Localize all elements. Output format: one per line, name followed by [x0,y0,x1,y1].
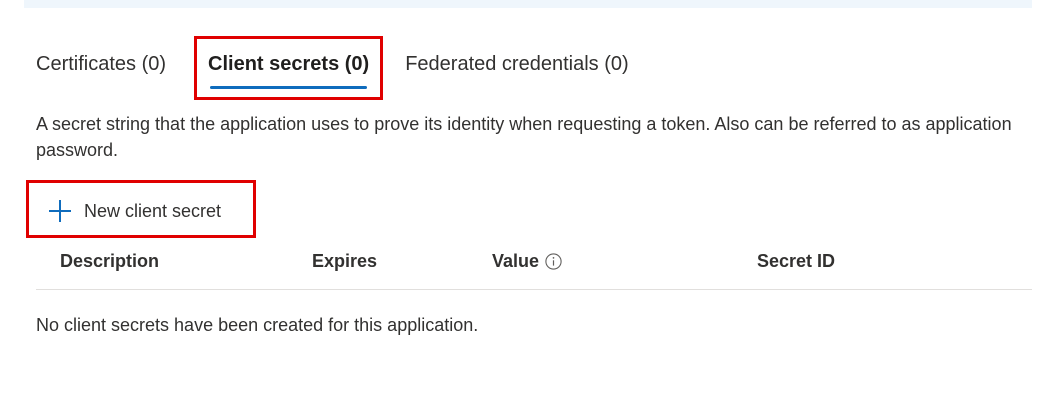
section-description: A secret string that the application use… [36,114,1012,160]
tab-certificates[interactable]: Certificates (0) [36,36,166,78]
active-tab-highlight [194,36,383,100]
new-client-secret-button[interactable]: New client secret [47,196,221,226]
column-secret-id[interactable]: Secret ID [757,251,835,272]
column-description-label: Description [60,251,160,271]
column-secret-id-label: Secret ID [757,251,836,271]
empty-table-message: No client secrets have been created for … [36,315,479,335]
plus-icon [49,200,71,222]
column-value-label: Value [492,251,540,271]
column-expires[interactable]: Expires [312,251,377,272]
new-client-secret-label: New client secret [84,200,222,221]
column-value[interactable]: Value [492,251,562,272]
info-icon[interactable] [545,253,562,270]
client-secrets-panel: Certificates (0) Client secrets (0) Fede… [0,0,1059,405]
column-description[interactable]: Description [60,251,159,272]
active-tab-underline [210,86,367,89]
info-banner [24,0,1032,8]
tab-federated-credentials[interactable]: Federated credentials (0) [405,36,628,78]
secrets-table-header: Description Expires Value Secret ID [36,248,1032,290]
column-expires-label: Expires [312,251,378,271]
